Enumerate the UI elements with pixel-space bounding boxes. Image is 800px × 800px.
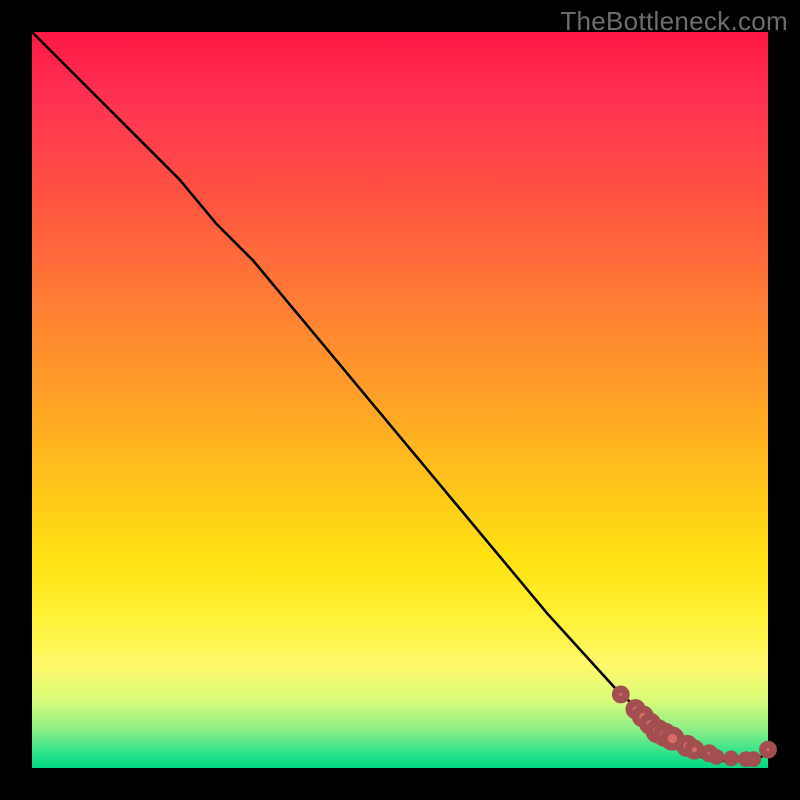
chart-stage: TheBottleneck.com: [0, 0, 800, 800]
plot-area: [32, 32, 768, 768]
scatter-point: [688, 743, 701, 756]
chart-overlay: [32, 32, 768, 768]
scatter-point: [616, 689, 626, 699]
scatter-point: [712, 753, 720, 761]
scatter-point: [749, 755, 757, 763]
scatter-group: [616, 689, 774, 763]
bottleneck-curve: [32, 32, 768, 761]
scatter-point: [727, 754, 735, 762]
scatter-point: [763, 744, 773, 754]
